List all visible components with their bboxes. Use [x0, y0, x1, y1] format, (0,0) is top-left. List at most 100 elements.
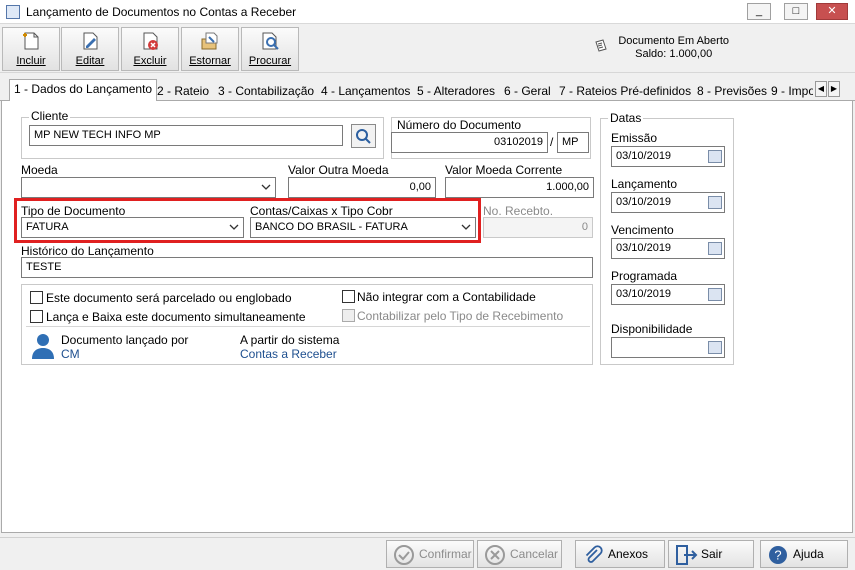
- numero-label: Número do Documento: [397, 118, 522, 132]
- lanca-baixa-label: Lança e Baixa este documento simultaneam…: [46, 310, 306, 324]
- lancado-por-label: Documento lançado por: [61, 333, 189, 347]
- excluir-button[interactable]: Excluir: [121, 27, 179, 71]
- nao-integrar-label: Não integrar com a Contabilidade: [357, 290, 536, 304]
- nao-integrar-checkbox[interactable]: [342, 290, 355, 303]
- ajuda-button[interactable]: ? Ajuda: [760, 540, 848, 568]
- status-line-1: Documento Em Aberto: [618, 35, 729, 47]
- lancamento-input[interactable]: 03/10/2019: [611, 192, 725, 213]
- cancel-icon: [485, 545, 505, 565]
- moeda-select[interactable]: [21, 177, 276, 198]
- tab-lancamentos[interactable]: 4 - Lançamentos: [316, 81, 415, 101]
- tab-previsoes[interactable]: 8 - Previsões: [692, 81, 772, 101]
- calendar-icon[interactable]: [708, 242, 722, 255]
- calendar-icon[interactable]: [708, 150, 722, 163]
- numero-suffix-input[interactable]: MP: [557, 132, 589, 153]
- anexos-button[interactable]: Anexos: [575, 540, 665, 568]
- disponibilidade-input[interactable]: [611, 337, 725, 358]
- svg-text:?: ?: [774, 548, 781, 563]
- tab-scroll-left[interactable]: ◀: [815, 81, 827, 97]
- app-icon: [6, 5, 20, 19]
- a-partir-label: A partir do sistema: [240, 333, 340, 347]
- tab-rateio[interactable]: 2 - Rateio: [152, 81, 214, 101]
- emissao-value: 03/10/2019: [616, 150, 672, 162]
- exit-icon: [676, 545, 698, 565]
- document-status: Documento Em Aberto Saldo: 1.000,00: [618, 35, 729, 61]
- emissao-label: Emissão: [611, 131, 658, 145]
- disponibilidade-label: Disponibilidade: [611, 322, 693, 336]
- numero-input[interactable]: 03102019: [391, 132, 548, 153]
- no-recebto-input: 0: [483, 217, 593, 238]
- valor-corrente-input[interactable]: 1.000,00: [445, 177, 594, 198]
- incluir-button[interactable]: Incluir: [2, 27, 60, 71]
- edit-document-icon: [83, 32, 98, 50]
- vencimento-value: 03/10/2019: [616, 242, 672, 254]
- cancelar-button[interactable]: Cancelar: [477, 540, 562, 568]
- sair-label: Sair: [701, 547, 723, 561]
- tab-scroll-right[interactable]: ▶: [828, 81, 840, 97]
- user-icon: [32, 334, 54, 359]
- sair-button[interactable]: Sair: [668, 540, 754, 568]
- tab-geral[interactable]: 6 - Geral: [499, 81, 556, 101]
- vencimento-label: Vencimento: [611, 223, 674, 237]
- procurar-button[interactable]: Procurar: [241, 27, 299, 71]
- document-status-icon: [595, 39, 607, 52]
- estornar-button[interactable]: Estornar: [181, 27, 239, 71]
- editar-button[interactable]: Editar: [61, 27, 119, 71]
- calendar-icon[interactable]: [708, 288, 722, 301]
- status-line-2: Saldo: 1.000,00: [635, 48, 713, 60]
- editar-label: Editar: [75, 55, 105, 67]
- search-document-icon: [262, 32, 279, 50]
- cliente-label: Cliente: [29, 109, 71, 123]
- datas-title: Datas: [608, 111, 644, 125]
- tab-contabilizacao[interactable]: 3 - Contabilização: [213, 81, 319, 101]
- parcelado-checkbox[interactable]: [30, 291, 43, 304]
- estornar-label: Estornar: [189, 55, 231, 67]
- delete-document-icon: [143, 32, 158, 50]
- tab-alteradores[interactable]: 5 - Alteradores: [412, 81, 500, 101]
- cancelar-label: Cancelar: [510, 547, 559, 561]
- numero-separator: /: [550, 135, 554, 149]
- help-icon: ?: [769, 546, 787, 564]
- lanca-baixa-checkbox[interactable]: [30, 310, 43, 323]
- ajuda-label: Ajuda: [793, 547, 824, 561]
- paperclip-icon: [585, 545, 603, 563]
- programada-label: Programada: [611, 269, 678, 283]
- tab-rateios-predefinidos[interactable]: 7 - Rateios Pré-definidos: [554, 81, 696, 101]
- calendar-icon[interactable]: [708, 341, 722, 354]
- tab-impostos[interactable]: 9 - Impo: [766, 81, 814, 101]
- emissao-input[interactable]: 03/10/2019: [611, 146, 725, 167]
- incluir-label: Incluir: [16, 55, 46, 67]
- cliente-search-button[interactable]: [351, 124, 376, 148]
- valor-corrente-label: Valor Moeda Corrente: [445, 163, 563, 177]
- search-icon: [356, 129, 371, 144]
- moeda-label: Moeda: [21, 163, 58, 177]
- confirmar-label: Confirmar: [419, 547, 472, 561]
- confirmar-button[interactable]: Confirmar: [386, 540, 474, 568]
- a-partir-value: Contas a Receber: [240, 347, 337, 361]
- procurar-label: Procurar: [248, 55, 292, 67]
- chevron-down-icon: [261, 184, 271, 190]
- minimize-button[interactable]: _: [747, 3, 771, 20]
- programada-input[interactable]: 03/10/2019: [611, 284, 725, 305]
- programada-value: 03/10/2019: [616, 288, 672, 300]
- highlight-box: [14, 198, 481, 243]
- lancamento-label: Lançamento: [611, 177, 678, 191]
- calendar-icon[interactable]: [708, 196, 722, 209]
- lancado-por-value: CM: [61, 347, 80, 361]
- lancamento-value: 03/10/2019: [616, 196, 672, 208]
- contabilizar-checkbox: [342, 309, 355, 322]
- historico-label: Histórico do Lançamento: [21, 244, 154, 258]
- cliente-input[interactable]: MP NEW TECH INFO MP: [29, 125, 343, 146]
- no-recebto-label: No. Recebto.: [483, 204, 554, 218]
- tab-dados-lancamento[interactable]: 1 - Dados do Lançamento: [9, 79, 158, 102]
- title-bar: Lançamento de Documentos no Contas a Rec…: [0, 0, 855, 24]
- maximize-button[interactable]: □: [784, 3, 808, 20]
- window-title: Lançamento de Documentos no Contas a Rec…: [26, 5, 297, 19]
- contabilizar-label: Contabilizar pelo Tipo de Recebimento: [357, 309, 564, 323]
- close-button[interactable]: ✕: [816, 3, 848, 20]
- parcelado-label: Este documento será parcelado ou engloba…: [46, 291, 292, 305]
- valor-outra-input[interactable]: 0,00: [288, 177, 436, 198]
- vencimento-input[interactable]: 03/10/2019: [611, 238, 725, 259]
- historico-input[interactable]: TESTE: [21, 257, 593, 278]
- new-document-icon: [23, 32, 39, 50]
